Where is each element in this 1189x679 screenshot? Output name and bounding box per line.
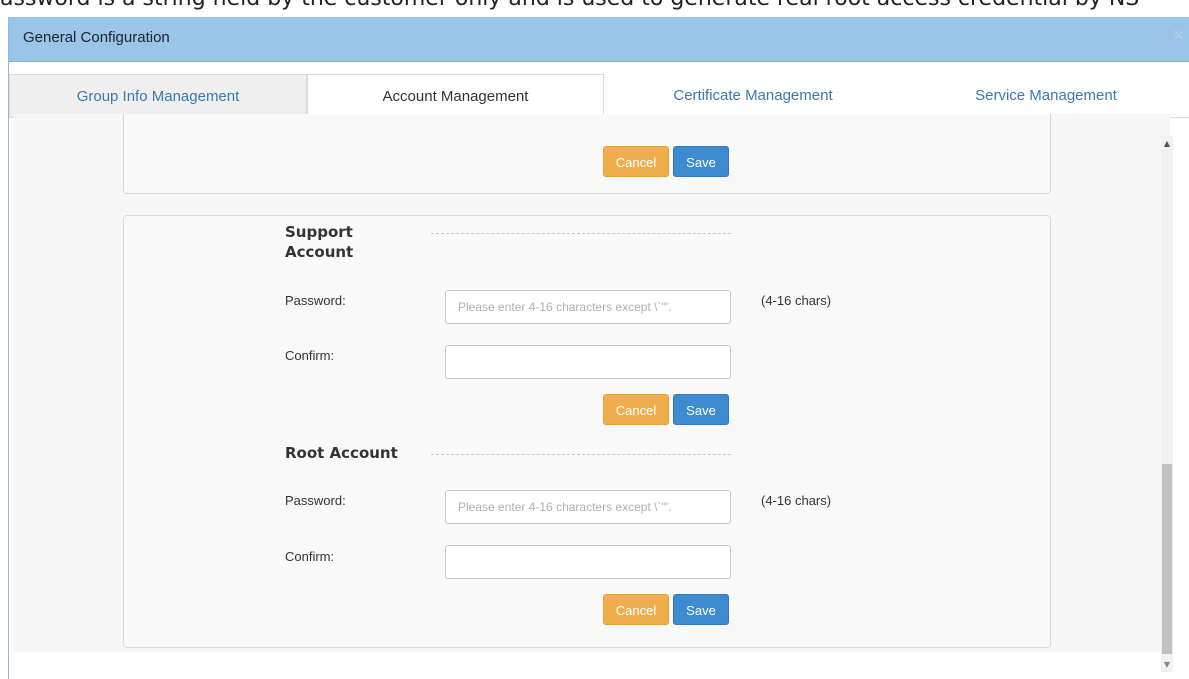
support-confirm-input[interactable] — [445, 345, 731, 379]
tab-bar: Group Info Management Account Management… — [9, 62, 1189, 120]
tab-certificate-management[interactable]: Certificate Management — [604, 74, 902, 118]
support-confirm-label: Confirm: — [285, 348, 335, 363]
root-password-hint: (4-16 chars) — [761, 493, 832, 508]
tab-service-management[interactable]: Service Management — [902, 74, 1189, 118]
close-icon[interactable]: × — [1172, 25, 1188, 44]
scrollbar-thumb[interactable] — [1162, 464, 1172, 654]
support-password-hint: (4-16 chars) — [761, 293, 832, 308]
dialog-title: General Configuration — [23, 29, 170, 46]
root-cancel-button[interactable]: Cancel — [603, 594, 669, 625]
root-confirm-input[interactable] — [445, 545, 731, 579]
support-password-input[interactable] — [445, 290, 731, 324]
root-save-button[interactable]: Save — [673, 594, 729, 625]
tab-group-info-management[interactable]: Group Info Management — [9, 74, 307, 118]
top-account-panel: Cancel Save — [123, 114, 1051, 194]
support-save-button[interactable]: Save — [673, 394, 729, 425]
accounts-panel: Support Account Password: (4-16 chars) C… — [123, 215, 1051, 648]
dialog-titlebar: General Configuration × — [9, 17, 1189, 62]
top-cancel-button[interactable]: Cancel — [603, 146, 669, 177]
background-page-text: assword is a string held by the customer… — [0, 0, 1189, 11]
scroll-content-area: Cancel Save Support Account Password: (4… — [14, 114, 1170, 652]
root-account-divider — [431, 454, 731, 455]
scroll-up-arrow-icon[interactable]: ▲ — [1161, 136, 1173, 152]
top-save-button[interactable]: Save — [673, 146, 729, 177]
support-account-divider — [431, 233, 731, 234]
support-account-heading: Support Account — [285, 223, 354, 261]
root-account-heading: Root Account — [285, 444, 398, 462]
root-password-input[interactable] — [445, 490, 731, 524]
scroll-down-arrow-icon[interactable]: ▼ — [1161, 658, 1173, 672]
root-confirm-label: Confirm: — [285, 549, 335, 564]
root-password-label: Password: — [285, 493, 346, 508]
vertical-scrollbar[interactable]: ▲ ▼ — [1161, 136, 1173, 672]
support-password-label: Password: — [285, 293, 346, 308]
support-cancel-button[interactable]: Cancel — [603, 394, 669, 425]
